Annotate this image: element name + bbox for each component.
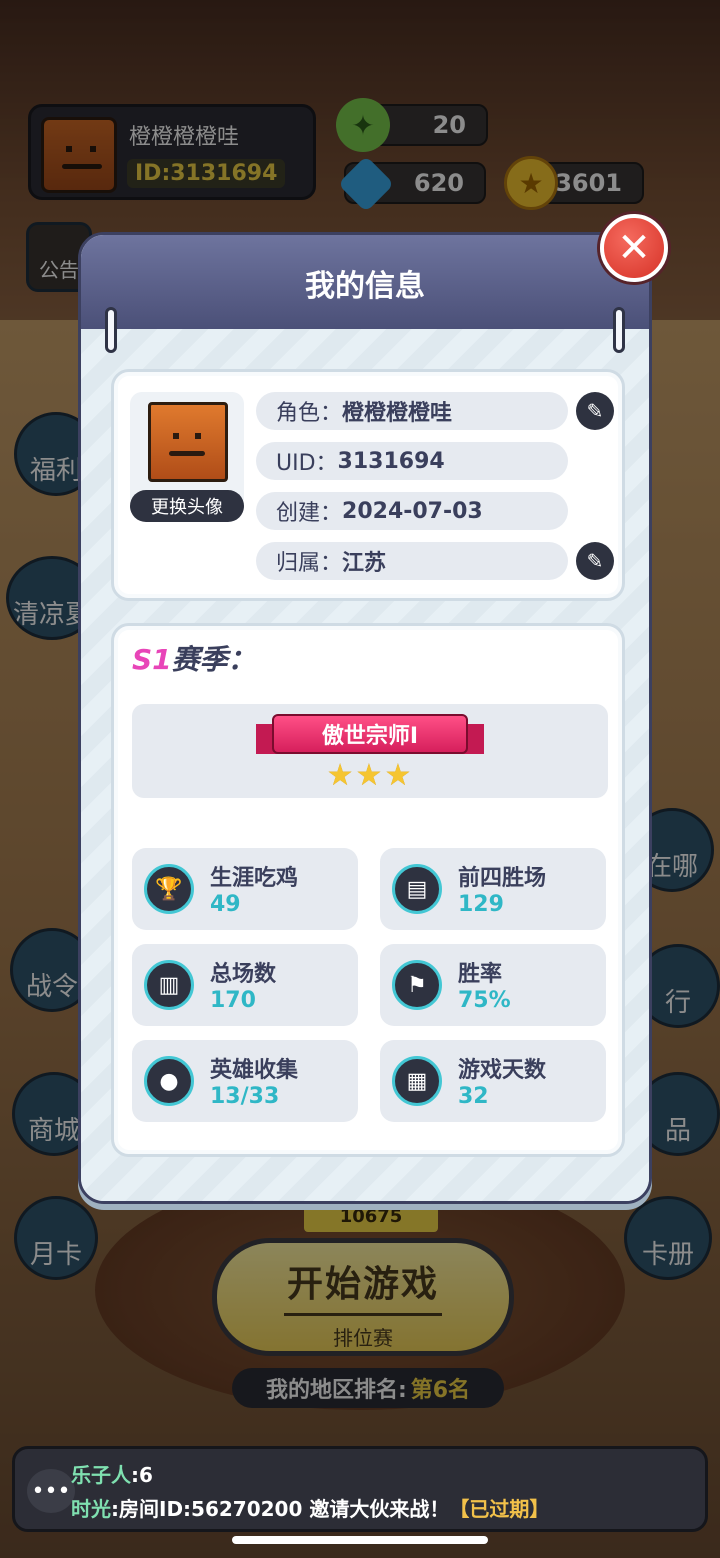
- stat-name: 游戏天数: [458, 1058, 547, 1083]
- stat-win-rate: ⚑ 胜率 75%: [380, 944, 606, 1026]
- edit-role-pencil-icon[interactable]: ✎: [576, 392, 614, 430]
- stat-top-four: ▤ 前四胜场 129: [380, 848, 606, 930]
- binder-ring: [613, 307, 625, 353]
- star-icon: ★: [384, 758, 414, 793]
- season-number: S1: [132, 643, 172, 676]
- chat-sender: 乐子人: [71, 1463, 131, 1487]
- stat-name: 前四胜场: [458, 866, 547, 891]
- season-title: S1赛季：: [132, 638, 256, 678]
- dialog-title: 我的信息: [305, 269, 425, 304]
- region-field: 归属： 江苏: [256, 542, 568, 580]
- person-icon: ●: [144, 1056, 194, 1106]
- rank-ribbon: 傲世宗师I: [272, 714, 468, 754]
- chat-status: 【已过期】: [449, 1497, 550, 1521]
- chat-bubble-icon[interactable]: •••: [27, 1469, 75, 1513]
- stat-value: 32: [458, 1084, 489, 1109]
- role-label: 角色：: [276, 401, 343, 426]
- home-indicator: [232, 1536, 488, 1544]
- stat-name: 英雄收集: [210, 1058, 299, 1083]
- dialog-header: 我的信息: [81, 235, 649, 329]
- role-value: 橙橙橙橙哇: [342, 401, 453, 426]
- star-icon: ★: [355, 758, 385, 793]
- change-avatar-button[interactable]: 更换头像: [130, 490, 244, 522]
- profile-panel: 更换头像 角色： 橙橙橙橙哇 ✎ UID： 3131694 创建： 2024-0…: [111, 369, 625, 601]
- calendar-icon: ▦: [392, 1056, 442, 1106]
- region-value: 江苏: [342, 551, 387, 576]
- rank-badge-box: 傲世宗师I ★★★: [132, 704, 608, 798]
- chat-message: 时光:房间ID:56270200 邀请大伙来战！【已过期】: [71, 1493, 549, 1522]
- chat-sender: 时光: [71, 1497, 111, 1521]
- chat-bar[interactable]: ••• 乐子人:6 时光:房间ID:56270200 邀请大伙来战！【已过期】: [12, 1446, 708, 1532]
- region-label: 归属：: [276, 551, 343, 576]
- created-label: 创建：: [276, 501, 343, 526]
- flag-icon: ⚑: [392, 960, 442, 1010]
- chat-text: :房间ID:56270200 邀请大伙来战！: [111, 1497, 450, 1521]
- stat-value: 129: [458, 892, 504, 917]
- star-icon: ★: [326, 758, 356, 793]
- stat-hero-collection: ● 英雄收集 13/33: [132, 1040, 358, 1122]
- binder-ring: [105, 307, 117, 353]
- season-panel: S1赛季： 傲世宗师I ★★★ 🏆 生涯吃鸡 49 ▤ 前四胜场 129 ▥ 总…: [111, 623, 625, 1157]
- season-label: 赛季：: [171, 643, 256, 676]
- stat-total-games: ▥ 总场数 170: [132, 944, 358, 1026]
- stat-game-days: ▦ 游戏天数 32: [380, 1040, 606, 1122]
- trophy-icon: 🏆: [144, 864, 194, 914]
- created-value: 2024-07-03: [342, 498, 483, 524]
- chat-message: 乐子人:6: [71, 1459, 153, 1488]
- stat-value: 75%: [458, 988, 511, 1013]
- my-info-dialog: 我的信息 更换头像 角色： 橙橙橙橙哇 ✎ UID： 3131694 创建： 2…: [78, 232, 652, 1204]
- stat-career-wins: 🏆 生涯吃鸡 49: [132, 848, 358, 930]
- rank-stars: ★★★: [132, 758, 608, 793]
- bar-chart-icon: ▥: [144, 960, 194, 1010]
- stat-name: 胜率: [458, 962, 503, 987]
- stat-name: 生涯吃鸡: [210, 866, 299, 891]
- edit-region-pencil-icon[interactable]: ✎: [576, 542, 614, 580]
- stat-value: 170: [210, 988, 256, 1013]
- close-icon: ✕: [617, 225, 651, 271]
- avatar: [148, 402, 228, 482]
- close-button[interactable]: ✕: [600, 214, 668, 282]
- clipboard-icon: ▤: [392, 864, 442, 914]
- stat-name: 总场数: [210, 962, 277, 987]
- stat-value: 13/33: [210, 1084, 280, 1109]
- uid-label: UID：: [276, 451, 338, 476]
- chat-text: :6: [131, 1463, 153, 1487]
- uid-value: 3131694: [337, 448, 445, 474]
- stat-value: 49: [210, 892, 241, 917]
- role-field: 角色： 橙橙橙橙哇: [256, 392, 568, 430]
- uid-field: UID： 3131694: [256, 442, 568, 480]
- created-field: 创建： 2024-07-03: [256, 492, 568, 530]
